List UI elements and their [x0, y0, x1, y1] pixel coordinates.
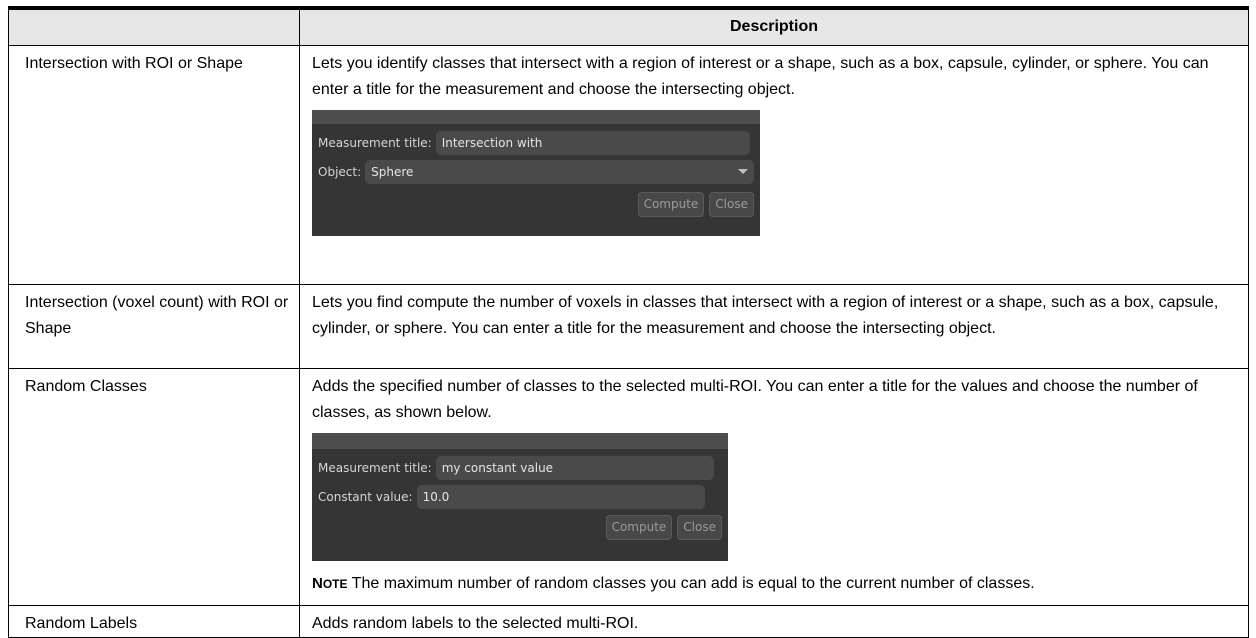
- row-name-cell: Random Classes: [8, 368, 300, 606]
- table-row: Intersection with ROI or Shape Lets you …: [8, 45, 1249, 285]
- dialog-buttons: Compute Close: [312, 186, 760, 222]
- measurement-title-label: Measurement title:: [318, 460, 432, 475]
- description-table: Description Intersection with ROI or Sha…: [8, 6, 1249, 638]
- table-header-row: Description: [8, 6, 1249, 46]
- note-label: NOTE: [312, 575, 348, 592]
- dialog-title-bar: [312, 433, 728, 449]
- object-label: Object:: [318, 164, 362, 179]
- measurement-title-label: Measurement title:: [318, 135, 432, 150]
- table-row: Random Classes Adds the specified number…: [8, 368, 1249, 606]
- header-description-cell: Description: [299, 6, 1249, 46]
- chevron-down-icon: [738, 169, 748, 174]
- measurement-title-row: Measurement title: Intersection with: [312, 128, 760, 157]
- dialog-title-bar: [312, 110, 760, 124]
- row-description-text: Adds random labels to the selected multi…: [312, 615, 639, 632]
- row-description-cell: Lets you find compute the number of voxe…: [299, 284, 1249, 369]
- row-name-cell: Intersection with ROI or Shape: [8, 45, 300, 285]
- row-description-text: Lets you identify classes that intersect…: [312, 55, 1209, 98]
- row-description-cell: Adds the specified number of classes to …: [299, 368, 1249, 606]
- row-name-cell: Intersection (voxel count) with ROI or S…: [8, 284, 300, 369]
- compute-button[interactable]: Compute: [637, 192, 705, 217]
- random-classes-dialog-screenshot: Measurement title: my constant value Con…: [312, 433, 728, 561]
- dialog-buttons: Compute Close: [312, 511, 728, 545]
- compute-button[interactable]: Compute: [605, 515, 673, 540]
- constant-value-row: Constant value: 10.0: [312, 482, 728, 511]
- note: NOTE The maximum number of random classe…: [312, 571, 1236, 597]
- table-row: Intersection (voxel count) with ROI or S…: [8, 284, 1249, 369]
- row-name-cell: Random Labels: [8, 605, 300, 638]
- intersection-dialog-screenshot: Measurement title: Intersection with Obj…: [312, 110, 760, 236]
- measurement-title-field[interactable]: my constant value: [435, 455, 714, 480]
- measurement-title-field[interactable]: Intersection with: [435, 130, 750, 155]
- row-description-cell: Adds random labels to the selected multi…: [299, 605, 1249, 638]
- object-select[interactable]: Sphere: [365, 159, 754, 184]
- object-row: Object: Sphere: [312, 157, 760, 186]
- measurement-title-row: Measurement title: my constant value: [312, 453, 728, 482]
- note-label-first: N: [312, 575, 323, 592]
- row-description-text: Adds the specified number of classes to …: [312, 378, 1198, 421]
- constant-value-field[interactable]: 10.0: [416, 484, 705, 509]
- constant-value-label: Constant value:: [318, 489, 413, 504]
- table-row: Random Labels Adds random labels to the …: [8, 605, 1249, 638]
- object-select-value: Sphere: [371, 164, 414, 179]
- note-text: The maximum number of random classes you…: [351, 575, 1035, 592]
- row-description-cell: Lets you identify classes that intersect…: [299, 45, 1249, 285]
- note-label-rest: OTE: [322, 577, 348, 591]
- row-description-text: Lets you find compute the number of voxe…: [312, 294, 1219, 337]
- close-button[interactable]: Close: [677, 515, 722, 540]
- header-name-cell: [8, 6, 300, 46]
- close-button[interactable]: Close: [709, 192, 754, 217]
